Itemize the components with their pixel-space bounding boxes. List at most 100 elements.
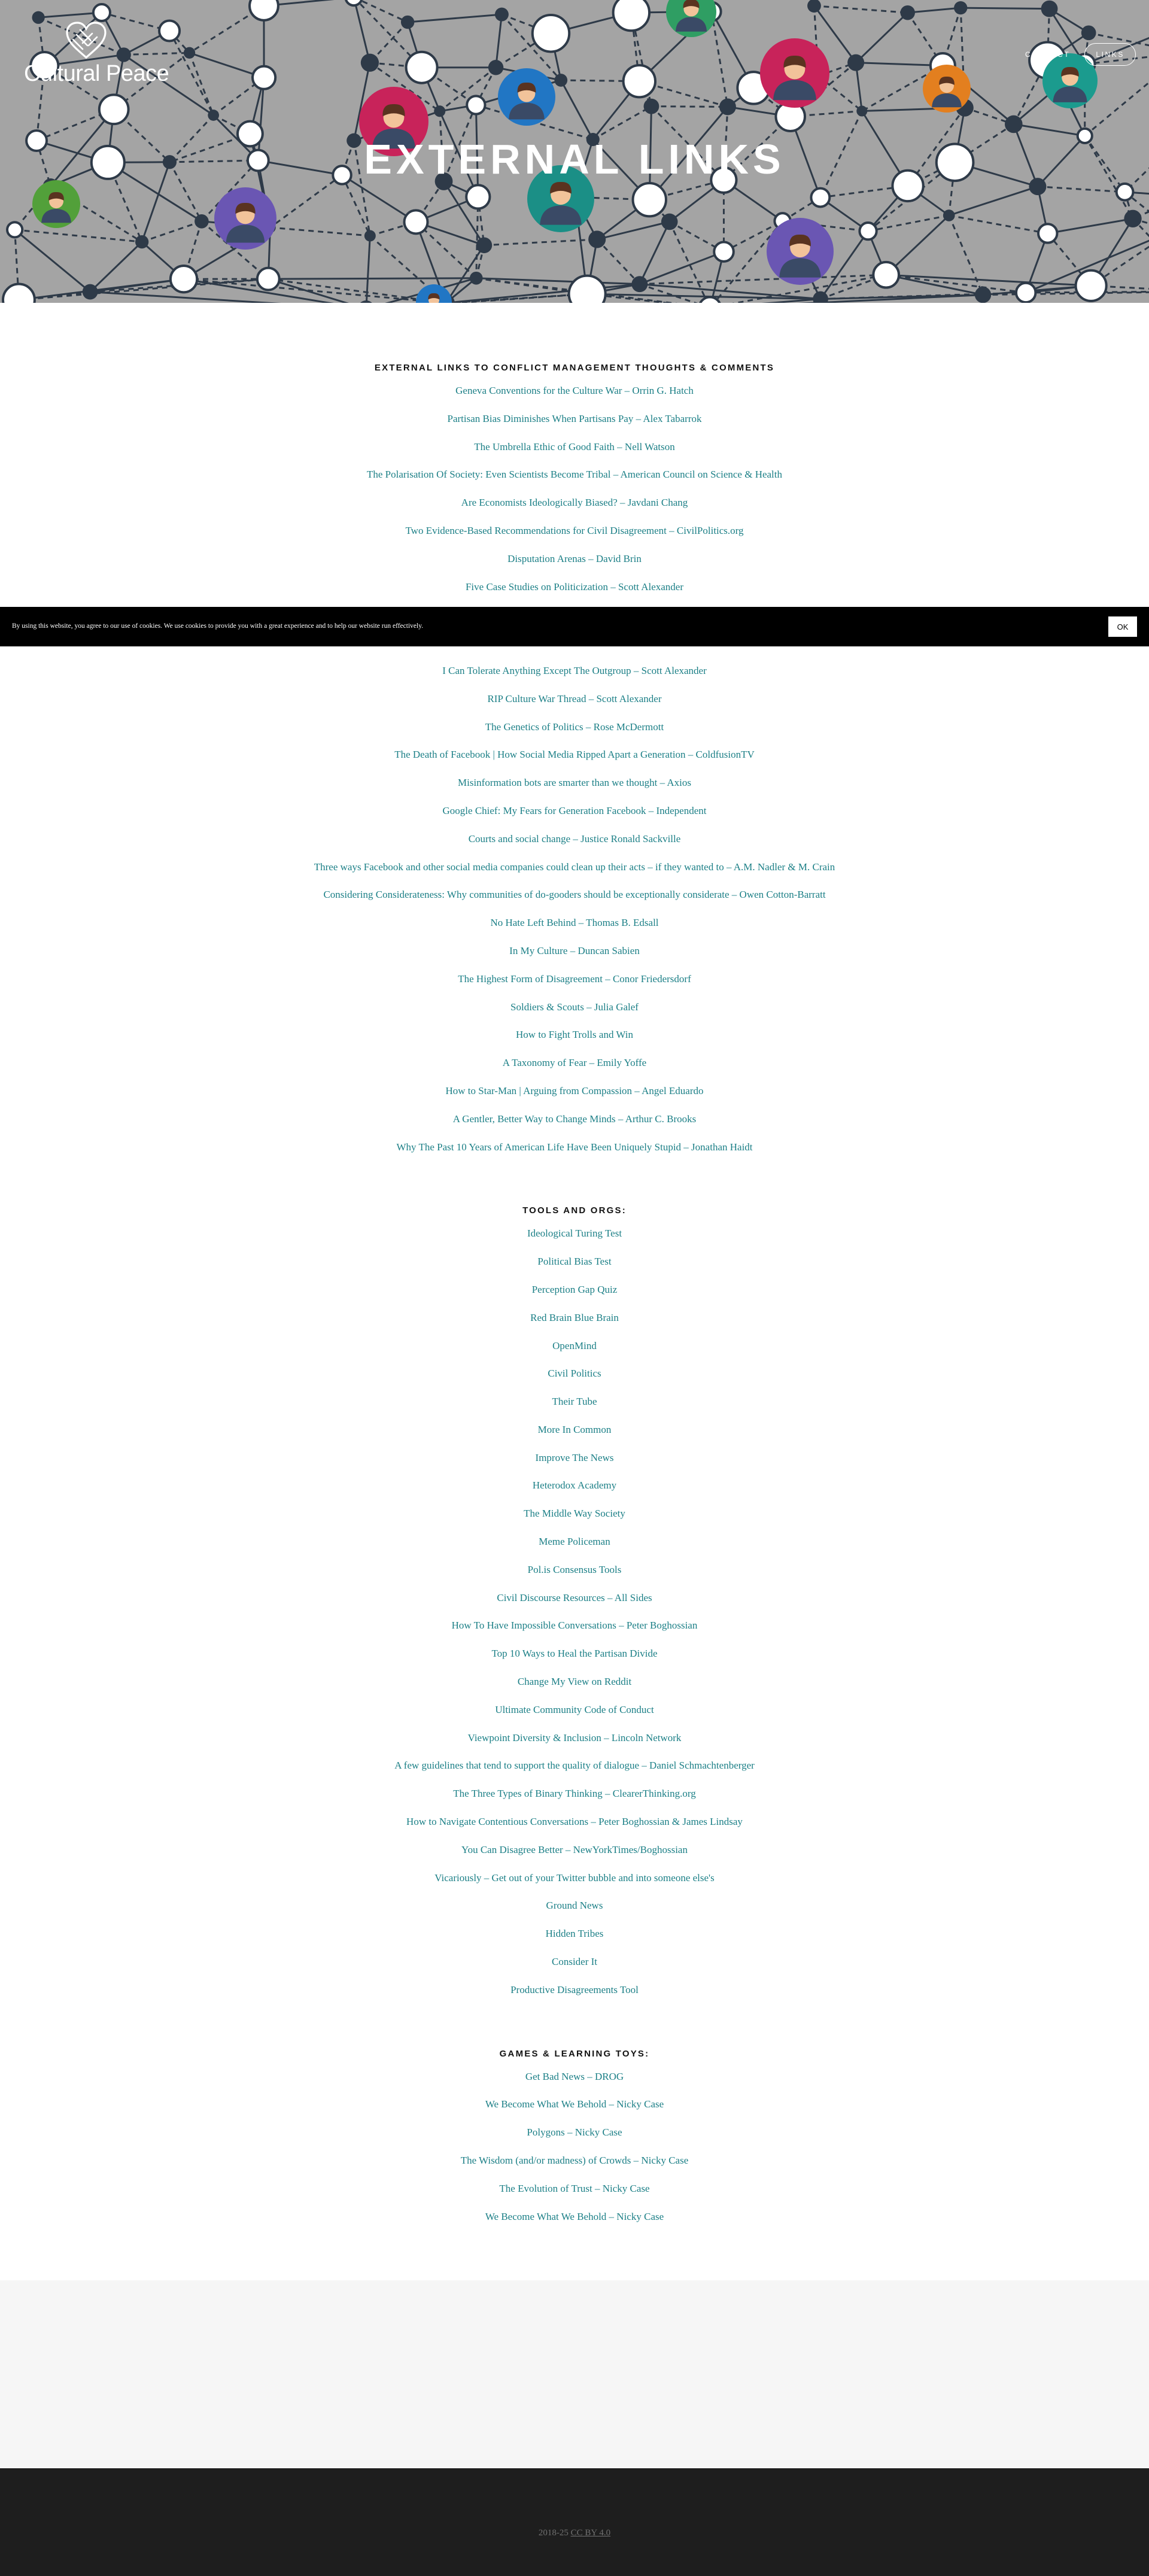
external-link[interactable]: Pol.is Consensus Tools <box>528 1564 622 1575</box>
external-link[interactable]: Ultimate Community Code of Conduct <box>495 1704 653 1715</box>
external-link[interactable]: The Genetics of Politics – Rose McDermot… <box>485 721 664 733</box>
external-link[interactable]: I Can Tolerate Anything Except The Outgr… <box>442 665 707 676</box>
external-link[interactable]: OpenMind <box>552 1340 597 1351</box>
hero-banner: Cultural Peace CONTACT LINKS EXTERNAL LI… <box>0 0 1149 303</box>
external-link[interactable]: How to Navigate Contentious Conversation… <box>406 1816 743 1827</box>
list-item: The Umbrella Ethic of Good Faith – Nell … <box>0 438 1149 466</box>
external-link[interactable]: Five Case Studies on Politicization – Sc… <box>466 581 683 593</box>
list-item: Top 10 Ways to Heal the Partisan Divide <box>0 1645 1149 1673</box>
license-link[interactable]: CC BY 4.0 <box>571 2528 611 2538</box>
nav-links[interactable]: LINKS <box>1084 43 1136 66</box>
external-link[interactable]: Disputation Arenas – David Brin <box>507 553 642 564</box>
external-link[interactable]: Civil Politics <box>548 1368 601 1379</box>
list-item: Change My View on Reddit <box>0 1673 1149 1701</box>
main-nav: CONTACT LINKS <box>1011 43 1136 66</box>
external-link[interactable]: RIP Culture War Thread – Scott Alexander <box>487 693 661 704</box>
external-link[interactable]: Vicariously – Get out of your Twitter bu… <box>434 1872 714 1884</box>
person-avatar-icon <box>923 65 971 113</box>
list-item: The Three Types of Binary Thinking – Cle… <box>0 1785 1149 1813</box>
person-avatar-icon <box>498 68 555 126</box>
external-link[interactable]: Why The Past 10 Years of American Life H… <box>396 1141 752 1153</box>
external-link[interactable]: Their Tube <box>552 1396 597 1407</box>
external-link[interactable]: Partisan Bias Diminishes When Partisans … <box>447 413 701 424</box>
external-link[interactable]: Ideological Turing Test <box>527 1228 622 1239</box>
person-avatar-icon <box>214 187 276 250</box>
external-link[interactable]: Considering Considerateness: Why communi… <box>323 889 825 900</box>
list-item: We Become What We Behold – Nicky Case <box>0 2208 1149 2236</box>
list-item: Three ways Facebook and other social med… <box>0 858 1149 886</box>
external-link[interactable]: Geneva Conventions for the Culture War –… <box>455 385 694 396</box>
external-link[interactable]: Political Bias Test <box>537 1256 611 1267</box>
external-link[interactable]: Misinformation bots are smarter than we … <box>458 777 691 788</box>
external-link[interactable]: How to Star-Man | Arguing from Compassio… <box>445 1085 703 1096</box>
list-item: A few guidelines that tend to support th… <box>0 1757 1149 1785</box>
external-link[interactable]: Viewpoint Diversity & Inclusion – Lincol… <box>468 1732 682 1743</box>
list-item: Geneva Conventions for the Culture War –… <box>0 382 1149 410</box>
cookie-ok-button[interactable]: OK <box>1108 616 1137 637</box>
external-link[interactable]: Consider It <box>552 1956 597 1967</box>
list-item: Five Case Studies on Politicization – Sc… <box>0 578 1149 606</box>
main-content: EXTERNAL LINKS TO CONFLICT MANAGEMENT TH… <box>0 303 1149 2235</box>
external-link[interactable]: Two Evidence-Based Recommendations for C… <box>405 525 743 536</box>
external-link[interactable]: The Umbrella Ethic of Good Faith – Nell … <box>474 441 674 452</box>
list-item: The Polarisation Of Society: Even Scient… <box>0 466 1149 494</box>
external-link[interactable]: We Become What We Behold – Nicky Case <box>485 2211 664 2222</box>
external-link[interactable]: Polygons – Nicky Case <box>527 2127 622 2138</box>
list-item: You Can Disagree Better – NewYorkTimes/B… <box>0 1841 1149 1869</box>
external-link[interactable]: Get Bad News – DROG <box>525 2071 624 2082</box>
external-link[interactable]: A Gentler, Better Way to Change Minds – … <box>453 1113 697 1125</box>
external-link[interactable]: You Can Disagree Better – NewYorkTimes/B… <box>461 1844 688 1855</box>
external-link[interactable]: Hidden Tribes <box>546 1928 604 1939</box>
section-conflict-links: EXTERNAL LINKS TO CONFLICT MANAGEMENT TH… <box>0 362 1149 1166</box>
external-link[interactable]: The Middle Way Society <box>524 1508 625 1519</box>
list-item: Are Economists Ideologically Biased? – J… <box>0 494 1149 522</box>
list-item: Vicariously – Get out of your Twitter bu… <box>0 1869 1149 1897</box>
external-link[interactable]: Change My View on Reddit <box>518 1676 631 1687</box>
list-item: The Wisdom (and/or madness) of Crowds – … <box>0 2152 1149 2180</box>
list-item: Civil Discourse Resources – All Sides <box>0 1589 1149 1617</box>
external-link[interactable]: Soldiers & Scouts – Julia Galef <box>510 1001 639 1013</box>
external-link[interactable]: Are Economists Ideologically Biased? – J… <box>461 497 688 508</box>
external-link[interactable]: The Three Types of Binary Thinking – Cle… <box>453 1788 695 1799</box>
external-link[interactable]: The Evolution of Trust – Nicky Case <box>499 2183 649 2194</box>
external-link[interactable]: Perception Gap Quiz <box>532 1284 618 1295</box>
external-link[interactable]: Heterodox Academy <box>533 1480 616 1491</box>
external-link[interactable]: Improve The News <box>536 1452 614 1463</box>
pre-footer <box>0 2280 1149 2468</box>
external-link[interactable]: A few guidelines that tend to support th… <box>394 1760 755 1771</box>
site-logo[interactable]: Cultural Peace <box>24 22 169 87</box>
list-item: Two Evidence-Based Recommendations for C… <box>0 522 1149 550</box>
external-link[interactable]: The Death of Facebook | How Social Media… <box>394 749 755 760</box>
link-list: Get Bad News – DROG We Become What We Beh… <box>0 2068 1149 2236</box>
external-link[interactable]: More In Common <box>538 1424 612 1435</box>
section-games-toys: GAMES & LEARNING TOYS: Get Bad News – DR… <box>0 2048 1149 2236</box>
external-link[interactable]: Google Chief: My Fears for Generation Fa… <box>443 805 707 816</box>
external-link[interactable]: Three ways Facebook and other social med… <box>314 861 835 873</box>
external-link[interactable]: How To Have Impossible Conversations – P… <box>452 1620 698 1631</box>
external-link[interactable]: The Wisdom (and/or madness) of Crowds – … <box>461 2155 689 2166</box>
external-link[interactable]: Meme Policeman <box>539 1536 610 1547</box>
external-link[interactable]: The Polarisation Of Society: Even Scient… <box>367 469 782 480</box>
external-link[interactable]: Ground News <box>546 1900 603 1911</box>
list-item: How to Star-Man | Arguing from Compassio… <box>0 1082 1149 1110</box>
external-link[interactable]: Red Brain Blue Brain <box>530 1312 619 1323</box>
external-link[interactable]: No Hate Left Behind – Thomas B. Edsall <box>490 917 658 928</box>
external-link[interactable]: How to Fight Trolls and Win <box>516 1029 633 1040</box>
list-item: RIP Culture War Thread – Scott Alexander <box>0 690 1149 718</box>
external-link[interactable]: Top 10 Ways to Heal the Partisan Divide <box>491 1648 657 1659</box>
list-item: In My Culture – Duncan Sabien <box>0 942 1149 970</box>
list-item: Misinformation bots are smarter than we … <box>0 774 1149 802</box>
external-link[interactable]: Courts and social change – Justice Ronal… <box>469 833 681 845</box>
nav-contact[interactable]: CONTACT <box>1025 50 1070 59</box>
external-link[interactable]: Productive Disagreements Tool <box>510 1984 639 1995</box>
section-tools-orgs: TOOLS AND ORGS: Ideological Turing Test P… <box>0 1204 1149 2009</box>
list-item: Heterodox Academy <box>0 1477 1149 1505</box>
external-link[interactable]: A Taxonomy of Fear – Emily Yoffe <box>503 1057 646 1068</box>
external-link[interactable]: The Highest Form of Disagreement – Conor… <box>458 973 691 985</box>
list-item: Productive Disagreements Tool <box>0 1981 1149 2009</box>
section-heading: GAMES & LEARNING TOYS: <box>499 2048 650 2059</box>
external-link[interactable]: Civil Discourse Resources – All Sides <box>497 1592 652 1603</box>
footer-text: 2018-25 CC BY 4.0 <box>0 2528 1149 2538</box>
external-link[interactable]: We Become What We Behold – Nicky Case <box>485 2098 664 2110</box>
external-link[interactable]: In My Culture – Duncan Sabien <box>509 945 640 956</box>
